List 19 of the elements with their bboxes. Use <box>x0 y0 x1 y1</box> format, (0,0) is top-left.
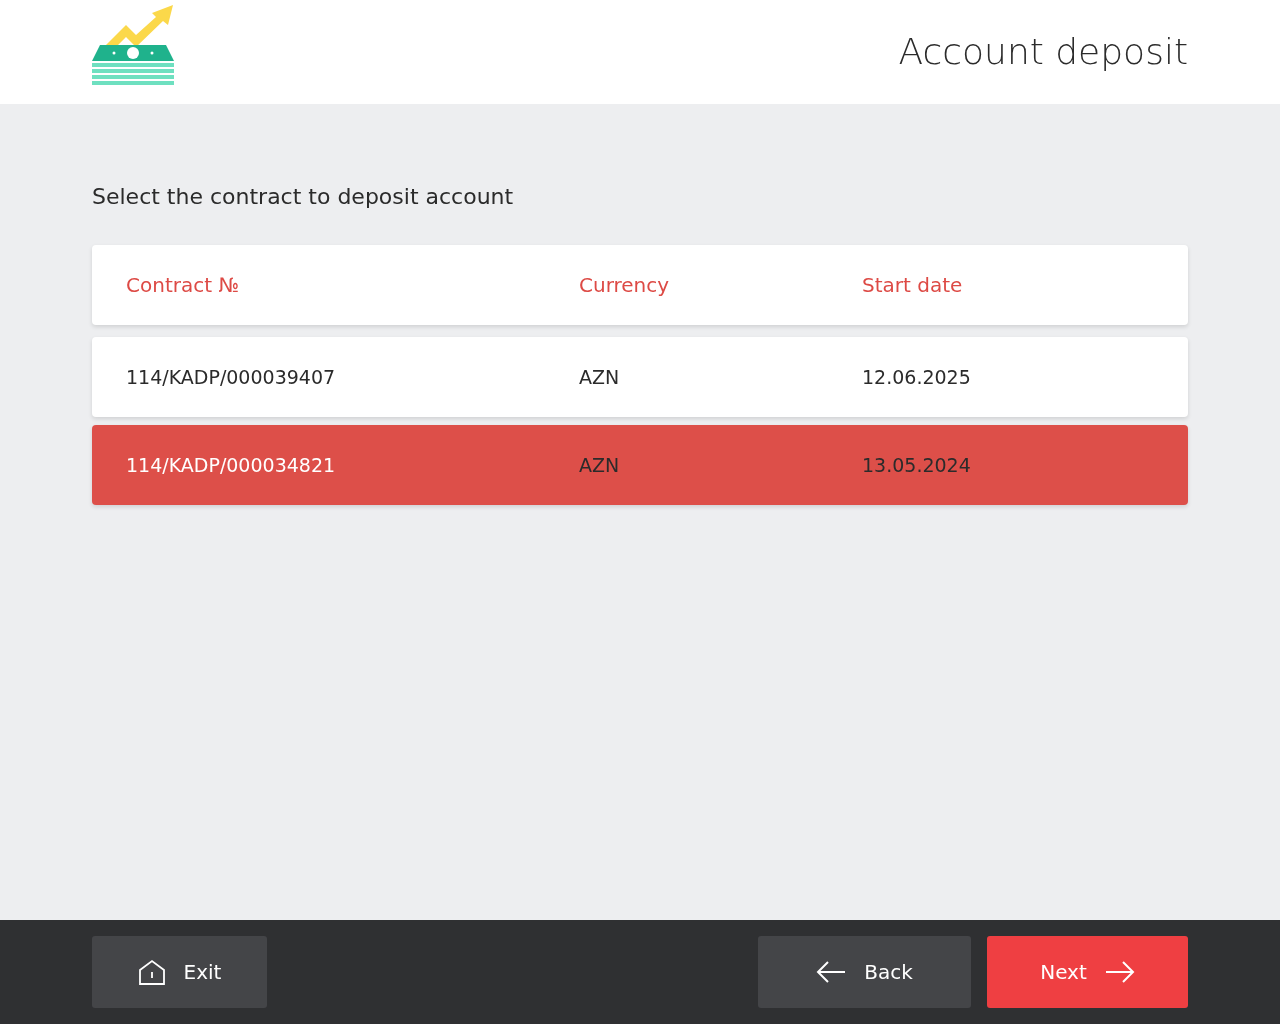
column-header: Currency <box>579 272 671 299</box>
table-cell-text: AZN <box>579 452 621 478</box>
contract-row[interactable]: 114/KADP/000039407 AZN 12.06.2025 <box>92 337 1188 417</box>
back-button[interactable]: Back <box>758 936 971 1008</box>
table-cell-text: 114/KADP/000034821 <box>126 452 337 478</box>
page-title: Account deposit <box>898 30 1188 74</box>
exit-button[interactable]: Exit <box>92 936 267 1008</box>
instruction-text: Select the contract to deposit account <box>92 183 515 211</box>
table-cell-text: 12.06.2025 <box>862 364 972 390</box>
column-header: Contract № <box>126 272 241 299</box>
home-icon <box>137 958 166 986</box>
arrow-right-icon <box>1104 960 1135 984</box>
next-button[interactable]: Next <box>987 936 1188 1008</box>
arrow-left-icon <box>816 960 847 984</box>
table-cell-text: 114/KADP/000039407 <box>126 364 337 390</box>
contract-row[interactable]: 114/KADP/000034821 AZN 13.05.2024 <box>92 425 1188 505</box>
table-cell-text: AZN <box>579 364 621 390</box>
table-cell-text: 13.05.2024 <box>862 452 972 478</box>
column-header: Start date <box>862 272 964 299</box>
